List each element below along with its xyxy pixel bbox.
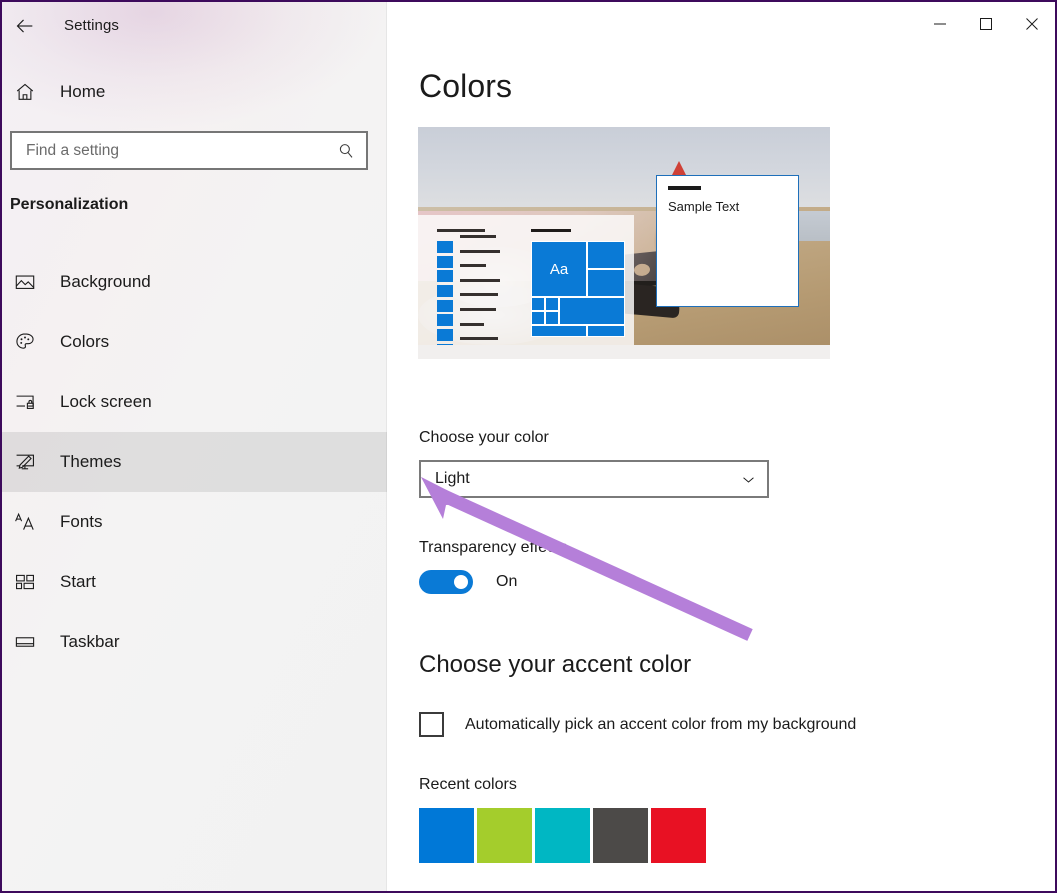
back-button[interactable]: [2, 4, 48, 48]
auto-accent-checkbox[interactable]: [419, 712, 444, 737]
home-icon: [2, 81, 48, 103]
preview-start-header-left: [437, 229, 485, 232]
color-mode-dropdown[interactable]: Light: [419, 460, 769, 498]
preview-sample-window: Sample Text: [656, 175, 799, 307]
sidebar-item-fonts[interactable]: Fonts: [2, 492, 387, 552]
auto-accent-row[interactable]: Automatically pick an accent color from …: [419, 712, 856, 737]
sidebar-item-themes[interactable]: Themes: [2, 432, 387, 492]
taskbar-icon: [2, 631, 48, 653]
sidebar-item-taskbar[interactable]: Taskbar: [2, 612, 387, 672]
close-icon[interactable]: [1009, 2, 1055, 46]
preview-taskbar-strip: [418, 345, 830, 359]
sidebar: Home Personalization Backgroun: [2, 2, 387, 891]
sidebar-item-label: Themes: [60, 452, 122, 471]
maximize-icon[interactable]: [963, 2, 1009, 46]
preview-tile: [531, 311, 545, 325]
category-title: Personalization: [10, 196, 129, 213]
preview-start-menu: Aa: [418, 215, 634, 356]
preview-tile: [559, 297, 625, 325]
start-tiles-icon: [2, 571, 48, 593]
page-title: Colors: [419, 68, 513, 104]
preview-tile: [531, 325, 587, 337]
sidebar-item-label: Lock screen: [60, 392, 152, 411]
fonts-aa-icon: [2, 510, 48, 534]
search-box[interactable]: [10, 131, 368, 170]
preview-sample-window-text: Sample Text: [668, 199, 740, 214]
home-label: Home: [60, 82, 106, 101]
preview-tile: [545, 297, 559, 311]
preview-start-tiles: Aa: [531, 241, 625, 337]
sidebar-item-label: Taskbar: [60, 632, 120, 651]
recent-color-swatch[interactable]: [535, 808, 590, 863]
window-controls: [917, 2, 1055, 46]
toggle-knob: [454, 575, 468, 589]
sidebar-item-lock-screen[interactable]: Lock screen: [2, 372, 387, 432]
sidebar-item-home[interactable]: Home: [2, 70, 387, 114]
sidebar-nav-list: Background Colors Lock screen Themes Fon…: [2, 252, 387, 672]
palette-icon: [2, 331, 48, 353]
settings-window: Home Personalization Backgroun: [0, 0, 1057, 893]
picture-icon: [2, 271, 48, 293]
recent-color-swatch[interactable]: [593, 808, 648, 863]
recent-color-swatch[interactable]: [419, 808, 474, 863]
sidebar-item-start[interactable]: Start: [2, 552, 387, 612]
transparency-toggle[interactable]: [419, 570, 473, 594]
theme-preview: Aa Sample Text: [418, 127, 830, 359]
search-input[interactable]: [12, 133, 326, 168]
preview-tile: [587, 269, 625, 297]
app-title: Settings: [64, 17, 119, 34]
sidebar-item-label: Background: [60, 272, 151, 291]
color-mode-selected-value: Light: [435, 470, 470, 487]
main-content: Colors Aa Sample Text Choose your color …: [388, 2, 1055, 891]
recent-color-swatch[interactable]: [477, 808, 532, 863]
sidebar-item-colors[interactable]: Colors: [2, 312, 387, 372]
minimize-icon[interactable]: [917, 2, 963, 46]
themes-brush-icon: [2, 451, 48, 473]
sidebar-item-label: Colors: [60, 332, 110, 351]
recent-color-swatch[interactable]: [651, 808, 706, 863]
preview-tile: [531, 297, 545, 311]
lock-screen-icon: [2, 391, 48, 413]
auto-accent-label: Automatically pick an accent color from …: [465, 715, 857, 733]
transparency-effects-label: Transparency effects: [419, 539, 568, 556]
choose-color-label: Choose your color: [419, 429, 549, 446]
preview-start-header-right: [531, 229, 571, 232]
accent-color-heading: Choose your accent color: [419, 651, 692, 678]
recent-colors-swatches: [419, 808, 706, 863]
preview-sample-window-titlebar: [668, 186, 701, 190]
title-bar: Settings: [2, 2, 1055, 49]
preview-tile: [587, 325, 625, 337]
chevron-down-icon: [740, 471, 757, 488]
preview-tile: [545, 311, 559, 325]
preview-tile: [587, 241, 625, 269]
transparency-toggle-row[interactable]: On: [419, 570, 517, 594]
sidebar-item-background[interactable]: Background: [2, 252, 387, 312]
preview-tile-aa: Aa: [531, 241, 587, 297]
recent-colors-label: Recent colors: [419, 776, 517, 793]
sidebar-item-label: Start: [60, 572, 96, 591]
search-icon[interactable]: [326, 133, 366, 168]
sidebar-item-label: Fonts: [60, 512, 103, 531]
preview-start-menu-lines: [460, 235, 500, 352]
preview-start-left-column: [437, 241, 453, 359]
transparency-state-label: On: [496, 573, 518, 590]
